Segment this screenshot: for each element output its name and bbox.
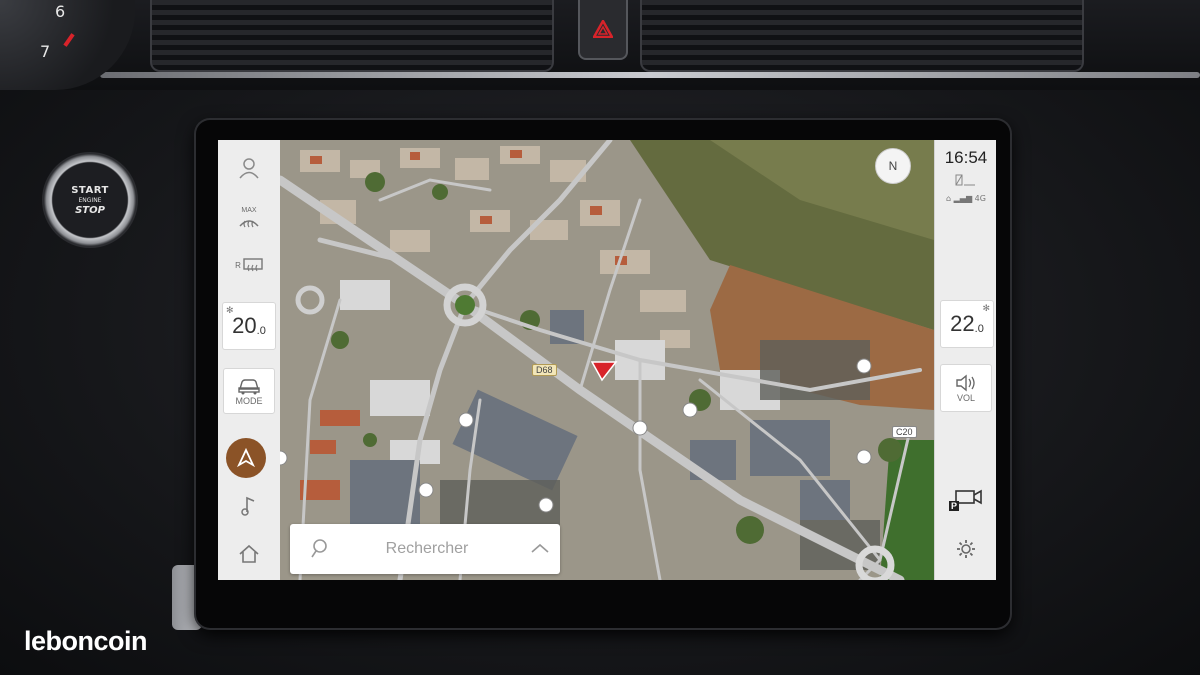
profile-button[interactable]: [218, 148, 280, 188]
mode-tile: MODE: [223, 368, 275, 414]
vol-label: VOL: [956, 392, 975, 403]
park-camera-button[interactable]: P: [935, 484, 996, 518]
driver-temp-value: 20: [232, 313, 257, 338]
passenger-temp-decimal: .0: [974, 322, 984, 335]
engine-label: ENGINE: [78, 196, 102, 204]
hazard-icon: [593, 20, 613, 38]
right-climate-rail: 16:54 ⌂ ▂▄▆ 4G 22.0 ✻ VOL P: [934, 140, 996, 580]
park-label: P: [949, 501, 960, 511]
gear-icon: [957, 540, 975, 558]
volume-tile: VOL: [940, 364, 992, 412]
settings-button[interactable]: [935, 532, 996, 566]
passenger-temp-value: 22: [950, 311, 975, 336]
front-defrost-icon: [239, 219, 259, 227]
leboncoin-watermark: leboncoin: [24, 626, 148, 656]
destination-search-bar[interactable]: Rechercher: [290, 524, 560, 574]
signal-bars-icon: ▂▄▆: [953, 194, 973, 203]
car-mode-icon: [238, 378, 260, 394]
driver-temp-decimal: .0: [256, 324, 266, 337]
max-defrost-button[interactable]: MAX: [218, 198, 280, 238]
air-vent-right: [640, 0, 1084, 72]
stop-label: STOP: [75, 204, 105, 216]
rear-defrost-icon: [243, 258, 263, 272]
phone-status: [935, 174, 996, 188]
air-vent-left: [150, 0, 554, 72]
satellite-map[interactable]: D68 C20: [280, 140, 934, 580]
start-stop-button[interactable]: START ENGINE STOP: [42, 152, 138, 248]
max-label: MAX: [241, 206, 257, 214]
hazard-button[interactable]: [578, 0, 628, 60]
rear-label: R: [235, 260, 241, 270]
redline-mark: [63, 33, 75, 47]
driver-temp-control[interactable]: ✻ 20.0: [222, 302, 276, 350]
compass-north: N: [888, 159, 898, 173]
fan-icon: ✻: [982, 303, 990, 313]
gauge-number-7: 7: [40, 42, 51, 61]
infotainment-screen: MAX R ✻ 20.0 MODE D68 C20 N Rechercher 1…: [218, 140, 996, 580]
speaker-icon: [956, 374, 975, 391]
rear-defrost-button[interactable]: R: [218, 248, 280, 282]
network-status: ⌂ ▂▄▆ 4G: [935, 194, 996, 203]
clock: 16:54: [944, 148, 988, 167]
left-climate-rail: MAX R ✻ 20.0 MODE: [218, 140, 281, 580]
volume-button[interactable]: VOL: [935, 364, 996, 412]
media-button[interactable]: [218, 488, 280, 524]
network-type: 4G: [974, 194, 986, 203]
search-icon: [311, 539, 327, 558]
home-button[interactable]: [218, 536, 280, 572]
chevron-up-icon[interactable]: [520, 538, 560, 560]
phone-signal-icon: [955, 174, 975, 186]
start-label: START: [71, 184, 109, 196]
mode-label: MODE: [235, 395, 263, 406]
home-icon: [239, 544, 259, 563]
map-imagery: [280, 140, 934, 580]
music-note-icon: [241, 496, 255, 516]
navigation-button[interactable]: [226, 438, 266, 478]
compass-button[interactable]: N: [875, 148, 911, 184]
fan-icon: ✻: [226, 305, 234, 315]
user-icon: [239, 158, 259, 179]
search-placeholder: Rechercher: [385, 540, 469, 557]
car-connect-icon: ⌂: [946, 194, 952, 203]
navigation-arrow-icon: [236, 448, 256, 468]
gauge-number-6: 6: [55, 2, 66, 21]
chrome-trim: [100, 72, 1200, 78]
road-label-d68: D68: [532, 364, 557, 376]
passenger-temp-control[interactable]: 22.0 ✻: [940, 300, 994, 348]
drive-mode-button[interactable]: MODE: [218, 368, 280, 414]
road-label-c20: C20: [892, 426, 917, 438]
park-camera-icon: P: [949, 488, 983, 514]
